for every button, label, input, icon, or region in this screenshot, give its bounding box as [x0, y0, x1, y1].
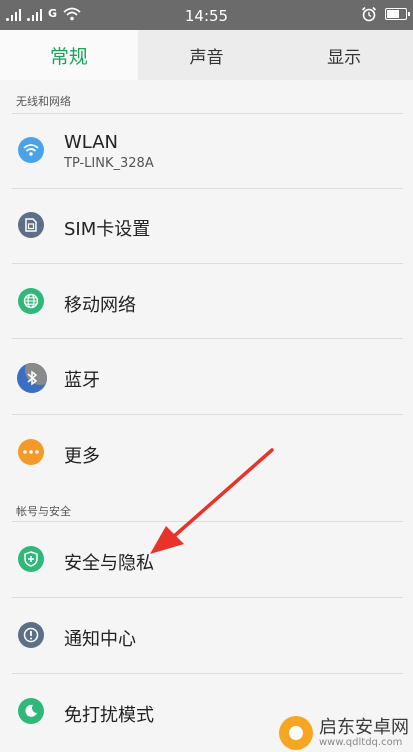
status-right [361, 6, 410, 22]
alert-icon [18, 622, 44, 648]
watermark: 启东安卓网 www.qdltdq.com [279, 716, 409, 750]
section-header-account: 帐号与安全 [16, 505, 71, 518]
settings-item-subtitle: TP-LINK_328A [64, 156, 154, 171]
settings-item-wlan[interactable]: WLAN TP-LINK_328A [0, 113, 413, 188]
moon-icon [18, 698, 44, 724]
settings-item-notification[interactable]: 通知中心 [0, 597, 413, 672]
settings-item-label: SIM卡设置 [64, 219, 151, 240]
watermark-text: 启东安卓网 www.qdltdq.com [319, 716, 409, 749]
more-icon [18, 439, 44, 465]
watermark-url: www.qdltdq.com [319, 737, 403, 749]
settings-item-label: 更多 [64, 446, 100, 467]
tab-bar: 常规 声音 显示 [0, 30, 413, 80]
settings-item-label: WLAN [64, 132, 119, 153]
watermark-logo-icon [279, 716, 313, 750]
settings-item-label: 安全与隐私 [64, 553, 154, 574]
settings-item-label: 蓝牙 [64, 370, 100, 391]
settings-item-mobile-network[interactable]: 移动网络 [0, 263, 413, 338]
alarm-icon [361, 6, 377, 22]
battery-icon [385, 8, 410, 20]
status-time: 14:55 [184, 7, 229, 25]
settings-item-label: 通知中心 [64, 629, 136, 650]
settings-item-label: 移动网络 [64, 295, 136, 316]
bluetooth-icon [17, 363, 47, 393]
settings-item-label: 免打扰模式 [64, 705, 154, 726]
tab-sound[interactable]: 声音 [138, 30, 276, 80]
tab-general[interactable]: 常规 [0, 30, 138, 80]
wifi-icon [18, 137, 44, 163]
section-header-network: 无线和网络 [16, 95, 71, 108]
sim-card-icon [18, 212, 44, 238]
status-bar: G 14:55 [0, 0, 413, 30]
globe-icon [18, 288, 44, 314]
watermark-title: 启东安卓网 [319, 716, 409, 738]
settings-item-bluetooth[interactable]: 蓝牙 [0, 338, 413, 413]
tab-display[interactable]: 显示 [275, 30, 413, 80]
shield-icon [18, 546, 44, 572]
settings-item-more[interactable]: 更多 [0, 414, 413, 489]
settings-item-sim[interactable]: SIM卡设置 [0, 188, 413, 263]
settings-item-security[interactable]: 安全与隐私 [0, 521, 413, 596]
